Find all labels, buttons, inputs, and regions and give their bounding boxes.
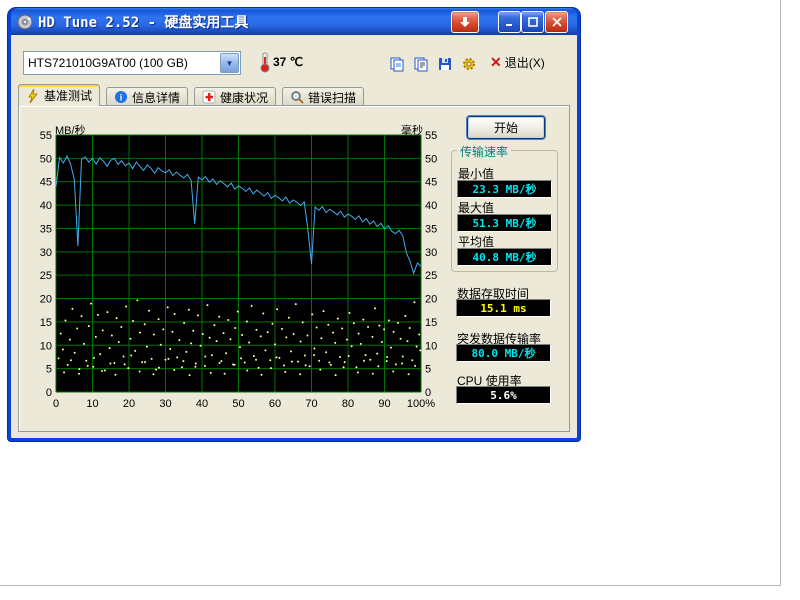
transfer-rate-title: 传输速率	[457, 143, 511, 160]
window-title: HD Tune 2.52 - 硬盘实用工具	[38, 12, 248, 32]
tab-health-label: 健康状况	[220, 89, 268, 106]
copy-text-button[interactable]	[409, 52, 433, 75]
svg-text:50: 50	[425, 153, 437, 165]
health-cross-icon	[202, 90, 216, 104]
svg-text:0: 0	[53, 398, 59, 410]
hd-tune-window: HD Tune 2.52 - 硬盘实用工具 HTS721010G9AT00 (1	[8, 8, 580, 441]
transfer-rate-group: 传输速率 最小值 23.3 MB/秒 最大值 51.3 MB/秒 平均值 40.…	[451, 150, 558, 272]
svg-text:35: 35	[40, 223, 52, 235]
svg-text:0: 0	[46, 387, 52, 399]
min-value: 23.3 MB/秒	[457, 180, 552, 198]
svg-text:80: 80	[342, 398, 354, 410]
access-time-value: 15.1 ms	[456, 299, 551, 317]
drive-select[interactable]: HTS721010G9AT00 (100 GB) ▼	[23, 51, 241, 75]
tab-health[interactable]: 健康状况	[194, 87, 276, 106]
svg-text:50: 50	[40, 153, 52, 165]
app-icon	[17, 14, 33, 30]
chevron-down-icon[interactable]: ▼	[220, 53, 239, 73]
svg-text:10: 10	[425, 340, 437, 352]
svg-text:55: 55	[40, 130, 52, 142]
save-button[interactable]	[433, 52, 457, 75]
svg-text:20: 20	[123, 398, 135, 410]
svg-text:30: 30	[40, 247, 52, 259]
exit-label: 退出(X)	[505, 54, 545, 71]
minimize-icon	[505, 17, 515, 27]
copy-image-icon	[389, 56, 405, 72]
exit-button[interactable]: ✕ 退出(X)	[490, 52, 545, 73]
info-icon: i	[114, 90, 128, 104]
tab-benchmark-label: 基准测试	[44, 87, 92, 104]
temperature-value: 37 ℃	[273, 55, 303, 69]
copy-text-icon	[413, 56, 429, 72]
svg-text:25: 25	[425, 270, 437, 282]
drive-select-value: HTS721010G9AT00 (100 GB)	[24, 56, 219, 70]
tab-info-label: 信息详情	[132, 89, 180, 106]
svg-text:15: 15	[40, 317, 52, 329]
copy-image-button[interactable]	[385, 52, 409, 75]
svg-text:100%: 100%	[407, 398, 435, 410]
maximize-button[interactable]	[521, 11, 544, 33]
svg-text:90: 90	[378, 398, 390, 410]
download-arrow-icon	[459, 16, 471, 28]
svg-text:40: 40	[196, 398, 208, 410]
svg-text:15: 15	[425, 317, 437, 329]
svg-text:60: 60	[269, 398, 281, 410]
svg-text:45: 45	[425, 177, 437, 189]
save-icon	[437, 56, 453, 72]
tab-benchmark[interactable]: 基准测试	[18, 84, 100, 106]
svg-text:20: 20	[40, 294, 52, 306]
svg-text:25: 25	[40, 270, 52, 282]
options-button[interactable]	[457, 52, 481, 75]
svg-text:5: 5	[46, 364, 52, 376]
svg-text:i: i	[120, 93, 123, 103]
max-value: 51.3 MB/秒	[457, 214, 552, 232]
exit-x-icon: ✕	[490, 54, 502, 71]
svg-text:10: 10	[40, 340, 52, 352]
maximize-icon	[528, 17, 538, 27]
svg-text:40: 40	[425, 200, 437, 212]
close-button[interactable]	[545, 11, 568, 33]
benchmark-icon	[26, 89, 40, 103]
tab-error-scan[interactable]: 错误扫描	[282, 87, 364, 106]
start-button[interactable]: 开始	[467, 116, 545, 139]
update-button[interactable]	[451, 11, 479, 33]
thermometer-icon	[259, 51, 271, 73]
benchmark-chart-svg: 0055101015152020252530303535404045455050…	[19, 120, 449, 420]
minimize-button[interactable]	[498, 11, 521, 33]
magnifier-icon	[290, 90, 304, 104]
svg-text:45: 45	[40, 177, 52, 189]
svg-text:5: 5	[425, 364, 431, 376]
svg-text:55: 55	[425, 130, 437, 142]
benchmark-panel: MB/秒 毫秒 00551010151520202525303035354040…	[18, 105, 570, 432]
svg-text:50: 50	[232, 398, 244, 410]
tab-error-scan-label: 错误扫描	[308, 89, 356, 106]
avg-value: 40.8 MB/秒	[457, 248, 552, 266]
svg-text:20: 20	[425, 294, 437, 306]
svg-text:30: 30	[425, 247, 437, 259]
burst-rate-value: 80.0 MB/秒	[456, 344, 551, 362]
tab-info[interactable]: i 信息详情	[106, 87, 188, 106]
gear-icon	[461, 56, 477, 72]
svg-text:40: 40	[40, 200, 52, 212]
client-area: HTS721010G9AT00 (100 GB) ▼ 37 ℃	[11, 35, 577, 438]
cpu-usage-value: 5.6%	[456, 386, 551, 404]
svg-text:10: 10	[86, 398, 98, 410]
svg-text:35: 35	[425, 223, 437, 235]
svg-text:30: 30	[159, 398, 171, 410]
svg-text:70: 70	[305, 398, 317, 410]
title-bar[interactable]: HD Tune 2.52 - 硬盘实用工具	[11, 8, 577, 35]
close-icon	[552, 17, 562, 27]
